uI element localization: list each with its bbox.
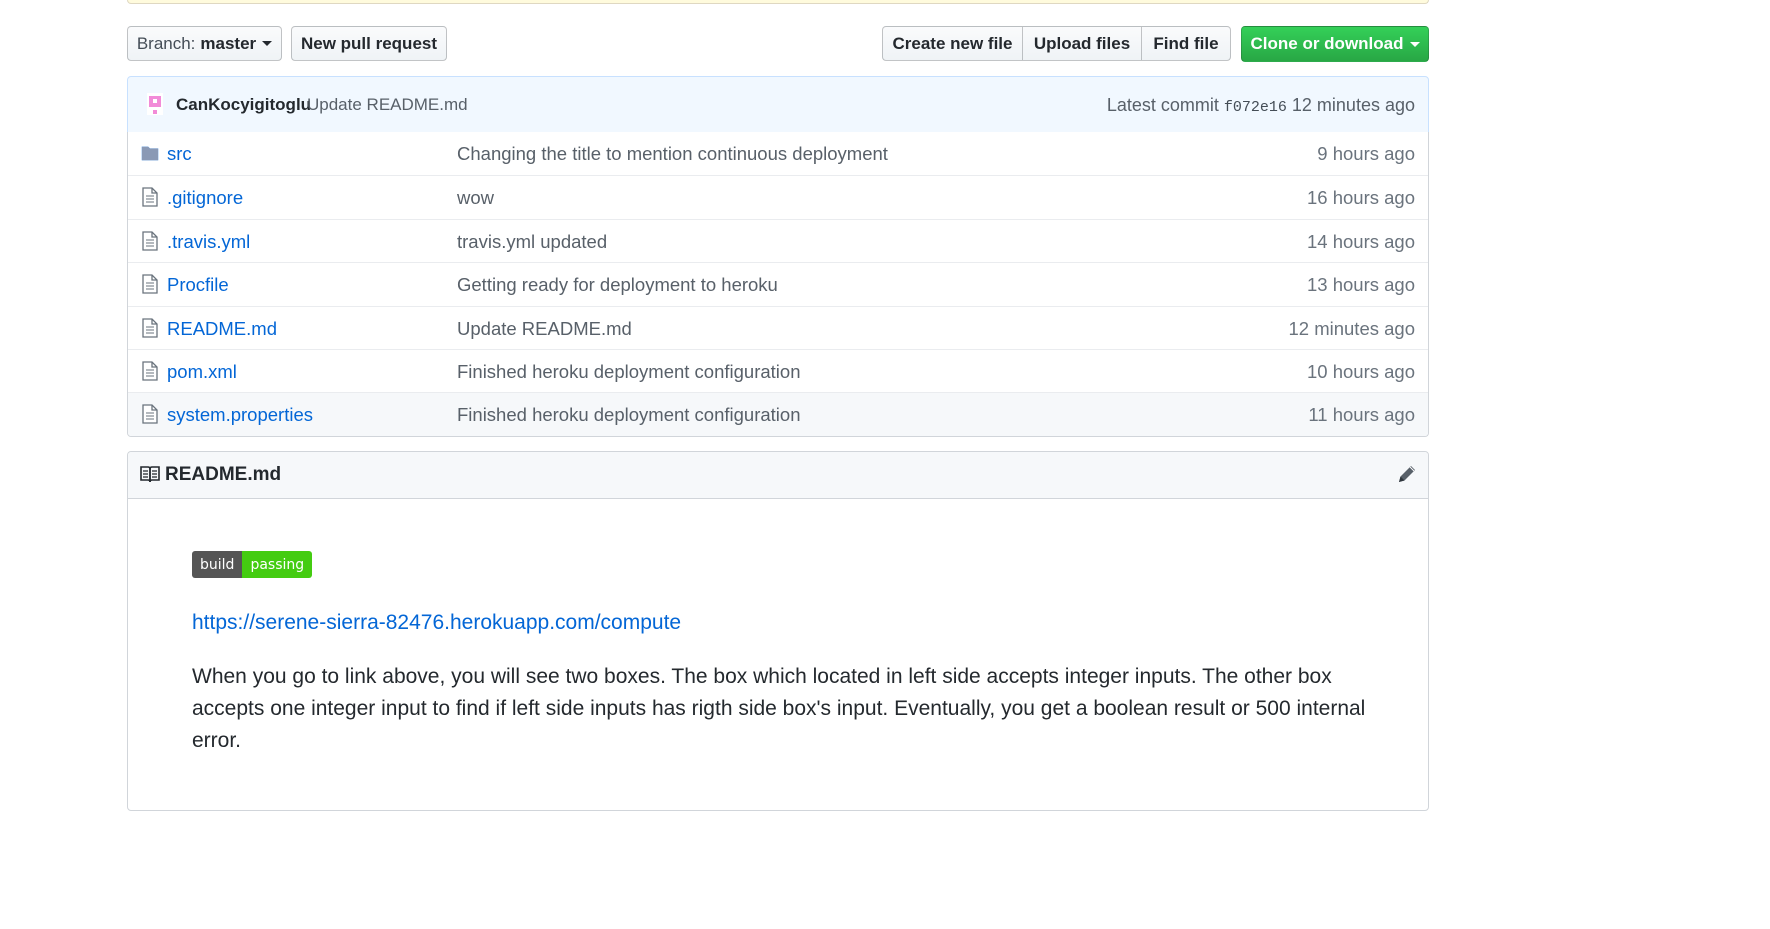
readme-header: README.md bbox=[128, 452, 1428, 499]
file-age: 13 hours ago bbox=[1306, 274, 1415, 296]
file-icon bbox=[142, 274, 158, 294]
commit-sha[interactable]: f072e16 bbox=[1224, 99, 1287, 116]
file-name[interactable]: .travis.yml bbox=[167, 231, 250, 253]
file-icon bbox=[142, 361, 158, 381]
latest-commit-bar: CanKocyigitoglu Update README.md Latest … bbox=[127, 76, 1429, 133]
avatar[interactable] bbox=[147, 93, 163, 115]
caret-down-icon bbox=[1409, 41, 1420, 47]
build-status-badge[interactable]: build passing bbox=[192, 551, 313, 578]
upload-files-button[interactable]: Upload files bbox=[1022, 26, 1142, 61]
file-age: 16 hours ago bbox=[1306, 187, 1415, 209]
file-age: 11 hours ago bbox=[1308, 404, 1415, 426]
file-icon bbox=[142, 187, 158, 208]
file-name[interactable]: src bbox=[167, 143, 192, 165]
table-row: Procfile Getting ready for deployment to… bbox=[128, 262, 1428, 306]
file-age: 12 minutes ago bbox=[1288, 317, 1415, 339]
clone-or-download-button[interactable]: Clone or download bbox=[1241, 26, 1429, 62]
readme-link[interactable]: https://serene-sierra-82476.herokuapp.co… bbox=[192, 611, 681, 635]
file-name[interactable]: README.md bbox=[167, 318, 277, 340]
pencil-icon[interactable] bbox=[1396, 463, 1418, 485]
badge-label: build bbox=[192, 551, 243, 578]
file-name[interactable]: Procfile bbox=[167, 274, 229, 296]
table-row: README.md Update README.md 12 minutes ag… bbox=[128, 305, 1428, 349]
file-name[interactable]: pom.xml bbox=[167, 361, 237, 383]
readme-panel: README.md build passing https://serene-s… bbox=[127, 451, 1429, 811]
latest-commit-info: Latest commit f072e16 12 minutes ago bbox=[1107, 95, 1415, 116]
file-commit-message[interactable]: Changing the title to mention continuous… bbox=[457, 143, 888, 165]
table-row: .travis.yml travis.yml updated 14 hours … bbox=[128, 218, 1428, 263]
clone-label: Clone or download bbox=[1250, 34, 1404, 53]
file-name[interactable]: system.properties bbox=[167, 404, 313, 426]
file-commit-message[interactable]: Finished heroku deployment configuration bbox=[457, 404, 801, 426]
badge-status: passing bbox=[242, 551, 313, 578]
readme-title: README.md bbox=[165, 464, 282, 485]
table-row: pom.xml Finished heroku deployment confi… bbox=[128, 348, 1428, 393]
file-commit-message[interactable]: wow bbox=[457, 187, 494, 209]
branch-name: master bbox=[200, 33, 257, 53]
file-age: 10 hours ago bbox=[1306, 360, 1415, 382]
file-name[interactable]: .gitignore bbox=[167, 187, 243, 209]
new-pull-request-button[interactable]: New pull request bbox=[291, 26, 447, 61]
file-commit-message[interactable]: travis.yml updated bbox=[457, 231, 607, 253]
file-list: src Changing the title to mention contin… bbox=[127, 132, 1429, 437]
file-actions-group: Create new file Upload files Find file bbox=[882, 26, 1231, 61]
file-age: 9 hours ago bbox=[1317, 143, 1415, 164]
table-row: system.properties Finished heroku deploy… bbox=[128, 392, 1428, 436]
commit-author[interactable]: CanKocyigitoglu bbox=[176, 95, 311, 115]
table-row: .gitignore wow 16 hours ago bbox=[128, 175, 1428, 219]
find-file-button[interactable]: Find file bbox=[1141, 26, 1231, 61]
commit-message[interactable]: Update README.md bbox=[307, 95, 468, 115]
caret-down-icon bbox=[262, 41, 273, 46]
commit-age: 12 minutes ago bbox=[1291, 95, 1415, 115]
file-icon bbox=[142, 404, 158, 424]
file-commit-message[interactable]: Getting ready for deployment to heroku bbox=[457, 274, 778, 296]
branch-label: Branch: bbox=[136, 33, 196, 53]
folder-icon bbox=[141, 146, 159, 161]
file-commit-message[interactable]: Update README.md bbox=[457, 318, 632, 340]
file-icon bbox=[142, 231, 158, 251]
file-commit-message[interactable]: Finished heroku deployment configuration bbox=[457, 361, 801, 383]
branch-select-button[interactable]: Branch: master bbox=[127, 26, 282, 61]
latest-commit-label: Latest commit bbox=[1106, 95, 1219, 115]
create-new-file-button[interactable]: Create new file bbox=[882, 26, 1023, 61]
notice-banner-edge bbox=[127, 0, 1429, 4]
readme-paragraph: When you go to link above, you will see … bbox=[192, 665, 1366, 752]
file-icon bbox=[142, 317, 158, 338]
file-age: 14 hours ago bbox=[1306, 230, 1415, 252]
table-row: src Changing the title to mention contin… bbox=[128, 132, 1428, 176]
book-icon bbox=[140, 466, 160, 483]
